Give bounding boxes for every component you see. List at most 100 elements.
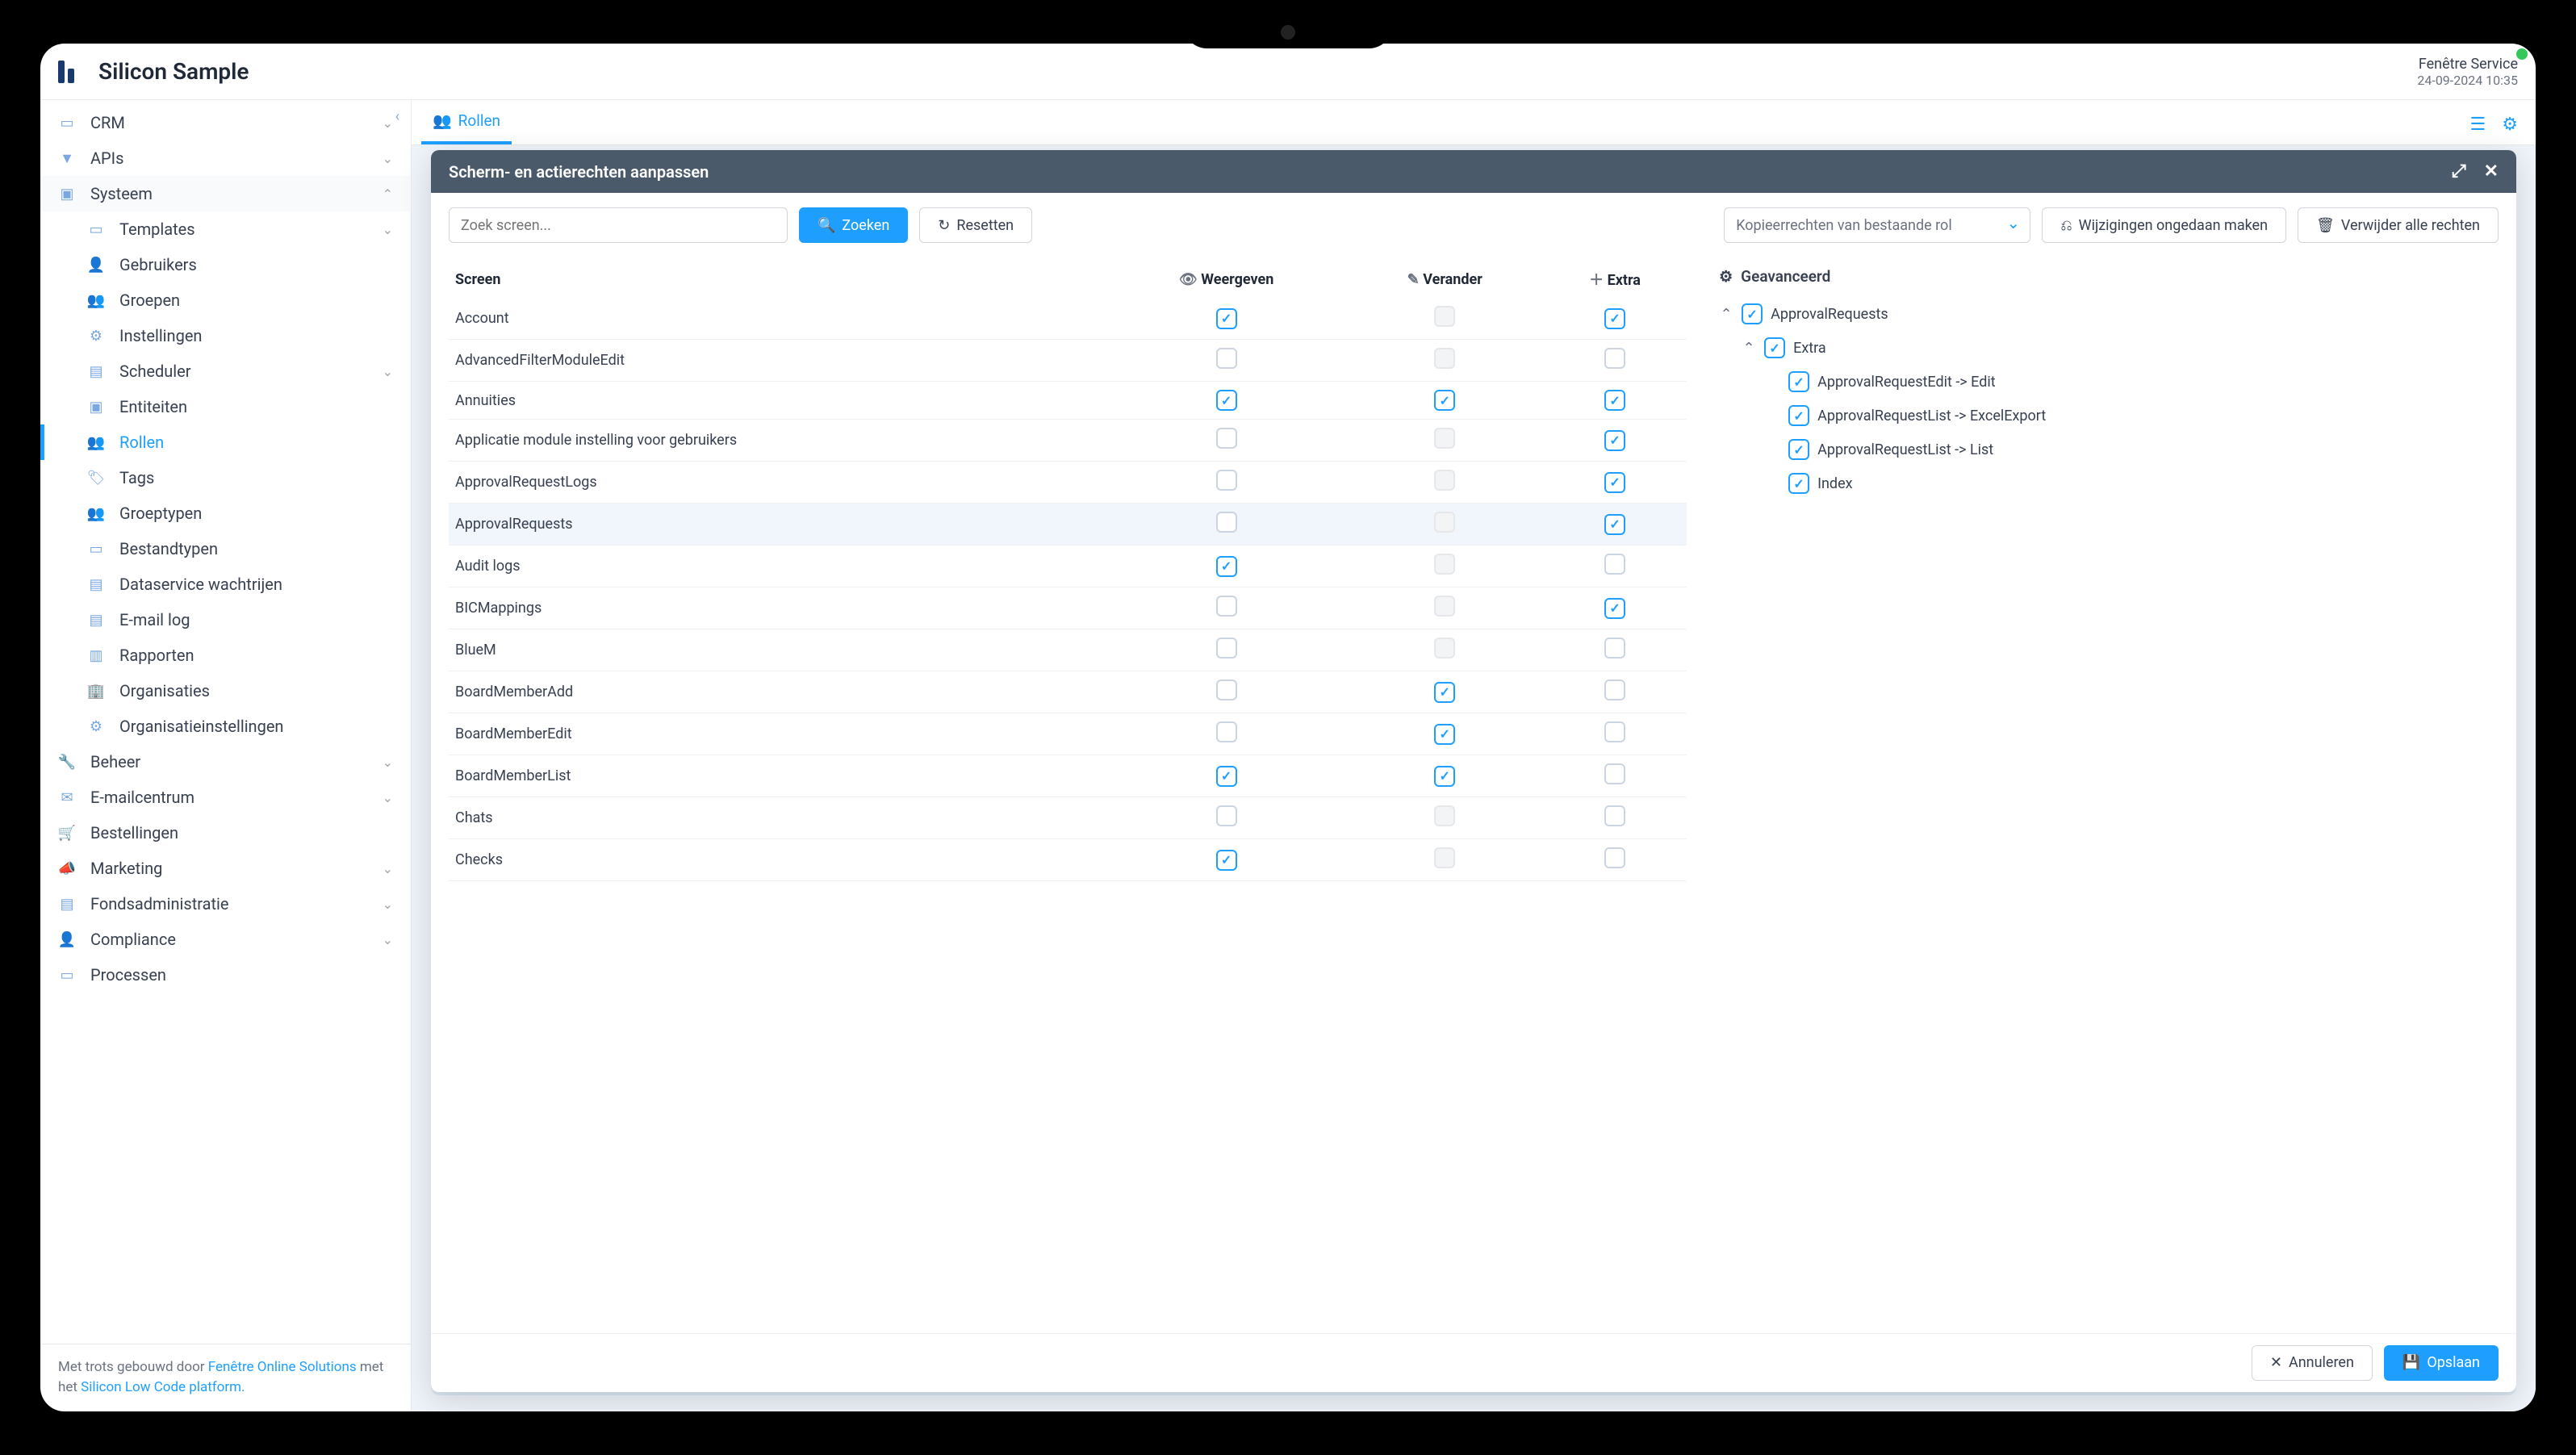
table-row[interactable]: BoardMemberAdd [449, 671, 1687, 713]
sidebar-item[interactable]: ▤Fondsadministratie⌄ [40, 886, 411, 922]
tree-checkbox[interactable] [1788, 405, 1809, 426]
tree-checkbox[interactable] [1764, 337, 1785, 358]
table-row[interactable]: Annuities [449, 382, 1687, 420]
sidebar-subitem[interactable]: 🏢Organisaties [40, 673, 411, 709]
table-row[interactable]: Applicatie module instelling voor gebrui… [449, 420, 1687, 462]
sidebar-item[interactable]: ✉E-mailcentrum⌄ [40, 780, 411, 815]
sidebar-item[interactable]: ▼APIs⌄ [40, 140, 411, 176]
chevron-down-icon[interactable]: ⌃ [1719, 306, 1733, 323]
tab-rollen[interactable]: 👥 Rollen [421, 100, 512, 144]
table-row[interactable]: ApprovalRequestLogs [449, 462, 1687, 504]
checkbox-off[interactable] [1216, 512, 1237, 533]
tree-root[interactable]: ⌃ ApprovalRequests [1719, 297, 2499, 331]
delete-all-button[interactable]: 🗑 Verwijder alle rechten [2298, 207, 2499, 243]
sidebar-subitem[interactable]: ▥Rapporten [40, 638, 411, 673]
checkbox-on[interactable] [1604, 514, 1625, 535]
tree-leaf[interactable]: ApprovalRequestList -> ExcelExport [1719, 399, 2499, 433]
toolbar-tune-icon[interactable]: ☰ [2470, 115, 2486, 135]
sidebar-item[interactable]: 🔧Beheer⌄ [40, 744, 411, 780]
sidebar-subitem[interactable]: ▭Bestandtypen [40, 531, 411, 567]
checkbox-off[interactable] [1216, 596, 1237, 617]
tree-group[interactable]: ⌃ Extra [1719, 331, 2499, 365]
sidebar-subitem[interactable]: ▣Entiteiten [40, 389, 411, 424]
checkbox-on[interactable] [1434, 724, 1455, 745]
checkbox-off[interactable] [1604, 805, 1625, 826]
checkbox-off[interactable] [1604, 763, 1625, 784]
checkbox-off[interactable] [1604, 847, 1625, 868]
checkbox-on[interactable] [1604, 390, 1625, 411]
copy-role-select[interactable]: Kopieerrechten van bestaande rol [1724, 207, 2030, 243]
sidebar-item[interactable]: 📣Marketing⌄ [40, 851, 411, 886]
checkbox-on[interactable] [1216, 556, 1237, 577]
checkbox-on[interactable] [1604, 308, 1625, 329]
sidebar-item[interactable]: ▭CRM⌄ [40, 105, 411, 140]
sidebar-subitem[interactable]: ▤Scheduler⌄ [40, 353, 411, 389]
checkbox-on[interactable] [1434, 766, 1455, 787]
sidebar-subitem[interactable]: 👤Gebruikers [40, 247, 411, 282]
checkbox-off[interactable] [1604, 348, 1625, 369]
sidebar-subitem[interactable]: ⚙Instellingen [40, 318, 411, 353]
undo-button[interactable]: ⎌ Wijzigingen ongedaan maken [2042, 207, 2286, 243]
sidebar-subitem[interactable]: ▤Dataservice wachtrijen [40, 567, 411, 602]
footer-link-silicon[interactable]: Silicon Low Code platform. [81, 1379, 245, 1395]
checkbox-off[interactable] [1216, 470, 1237, 491]
tree-checkbox[interactable] [1788, 439, 1809, 460]
table-row[interactable]: BoardMemberList [449, 755, 1687, 797]
search-button[interactable]: 🔍 Zoeken [799, 207, 908, 243]
checkbox-on[interactable] [1604, 472, 1625, 493]
sidebar-item[interactable]: ▭Processen [40, 957, 411, 993]
table-row[interactable]: BlueM [449, 629, 1687, 671]
sidebar-subitem[interactable]: 👥Groeptypen [40, 495, 411, 531]
checkbox-off[interactable] [1604, 679, 1625, 700]
sidebar-subitem[interactable]: ▭Templates⌄ [40, 211, 411, 247]
sidebar-subitem[interactable]: ▤E-mail log [40, 602, 411, 638]
checkbox-off[interactable] [1604, 638, 1625, 659]
checkbox-on[interactable] [1434, 682, 1455, 703]
checkbox-off[interactable] [1216, 721, 1237, 742]
checkbox-off[interactable] [1604, 554, 1625, 575]
footer-link-fenetre[interactable]: Fenêtre Online Solutions [208, 1359, 357, 1375]
modal-maximize-icon[interactable]: ⤢ [2452, 161, 2466, 182]
tree-checkbox[interactable] [1788, 473, 1809, 494]
save-button[interactable]: 💾 Opslaan [2384, 1345, 2499, 1381]
checkbox-off[interactable] [1216, 805, 1237, 826]
sidebar-item[interactable]: ↓▣Systeem⌃ [40, 176, 411, 211]
table-row[interactable]: Chats [449, 797, 1687, 839]
cancel-button[interactable]: ✕ Annuleren [2252, 1345, 2373, 1381]
table-row[interactable]: AdvancedFilterModuleEdit [449, 340, 1687, 382]
toolbar-settings-icon[interactable]: ⚙ [2502, 115, 2518, 135]
checkbox-off[interactable] [1216, 679, 1237, 700]
sidebar-item[interactable]: 🛒Bestellingen [40, 815, 411, 851]
checkbox-on[interactable] [1216, 850, 1237, 871]
table-row[interactable]: Account [449, 298, 1687, 340]
checkbox-off[interactable] [1216, 348, 1237, 369]
checkbox-on[interactable] [1216, 390, 1237, 411]
checkbox-off[interactable] [1604, 721, 1625, 742]
sidebar-item[interactable]: 👤Compliance⌄ [40, 922, 411, 957]
tree-leaf[interactable]: ApprovalRequestList -> List [1719, 433, 2499, 466]
table-row[interactable]: Audit logs [449, 546, 1687, 587]
chevron-down-icon[interactable]: ⌃ [1742, 340, 1756, 357]
checkbox-off[interactable] [1216, 638, 1237, 659]
checkbox-on[interactable] [1216, 766, 1237, 787]
table-row[interactable]: ApprovalRequests [449, 504, 1687, 546]
checkbox-on[interactable] [1604, 430, 1625, 451]
sidebar-subitem[interactable]: 🏷Tags [40, 460, 411, 495]
table-row[interactable]: BICMappings [449, 587, 1687, 629]
sidebar-subitem[interactable]: ⚙Organisatieinstellingen [40, 709, 411, 744]
table-row[interactable]: Checks [449, 839, 1687, 881]
checkbox-off[interactable] [1216, 428, 1237, 449]
checkbox-on[interactable] [1604, 598, 1625, 619]
sidebar-subitem[interactable]: 👥Groepen [40, 282, 411, 318]
tree-checkbox[interactable] [1742, 303, 1763, 324]
sidebar-subitem[interactable]: 👥Rollen [40, 424, 411, 460]
reset-button[interactable]: ↻ Resetten [919, 207, 1032, 243]
modal-close-icon[interactable]: ✕ [2484, 161, 2499, 182]
sidebar-collapse-button[interactable]: ‹ [395, 108, 399, 125]
tree-leaf[interactable]: Index [1719, 466, 2499, 500]
tree-checkbox[interactable] [1788, 371, 1809, 392]
checkbox-on[interactable] [1216, 308, 1237, 329]
checkbox-on[interactable] [1434, 390, 1455, 411]
tree-leaf[interactable]: ApprovalRequestEdit -> Edit [1719, 365, 2499, 399]
search-input[interactable] [449, 207, 788, 243]
